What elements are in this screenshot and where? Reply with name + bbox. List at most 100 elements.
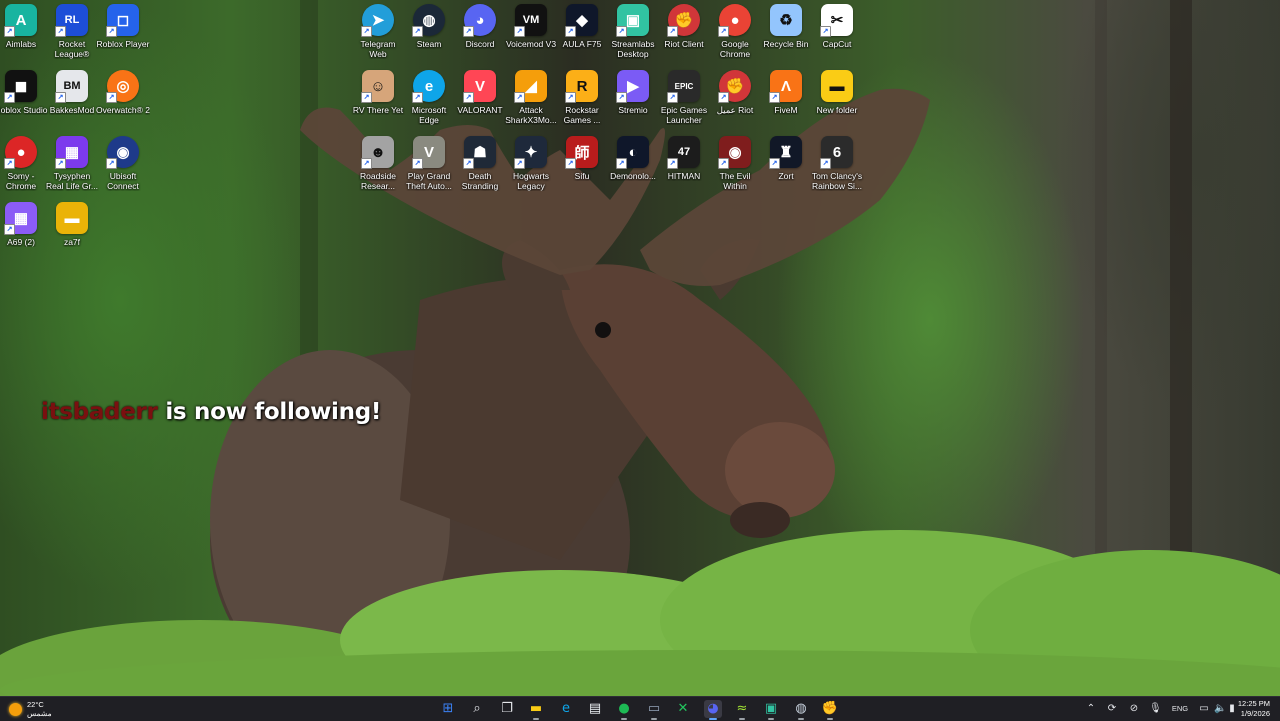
desktop-icon[interactable]: Λ ↗ FiveM [761, 70, 811, 134]
steam-button[interactable]: ◍ [792, 700, 810, 720]
desktop-icon-label: Rockstar Games ... [563, 105, 601, 125]
desktop-icon-label: VALORANT [457, 105, 503, 115]
desktop-icon[interactable]: ◉ ↗ Ubisoft Connect [98, 136, 148, 200]
discord-button[interactable]: ◕ [704, 700, 722, 720]
network-icon[interactable]: ▭ [1198, 703, 1210, 715]
app-icon: ➤ ↗ [361, 4, 394, 37]
file-explorer-button[interactable]: ▬ [527, 700, 545, 720]
app-icon: ☺ ↗ [361, 70, 394, 103]
desktop-icon[interactable]: ▬ za7f [47, 202, 97, 266]
chevron-up-icon[interactable]: ⌃ [1085, 703, 1097, 715]
app-icon: ♜ ↗ [769, 136, 802, 169]
desktop-icon[interactable]: ✂ ↗ CapCut [812, 4, 862, 68]
desktop-icon[interactable]: ◢ ↗ Attack SharkX3Mo... [505, 70, 557, 134]
desktop-icon[interactable]: ▦ ↗ A69 (2) [0, 202, 46, 266]
desktop-icon[interactable]: ✦ ↗ Hogwarts Legacy [506, 136, 556, 200]
network-off-icon[interactable]: ⊘ [1128, 703, 1140, 715]
desktop-icon[interactable]: 6 ↗ Tom Clancy's Rainbow Si... [812, 136, 862, 200]
streamlabs-icon: ▣ [764, 701, 778, 716]
desktop-icon[interactable]: ● ↗ Google Chrome [710, 4, 760, 68]
desktop-icon-label: Streamlabs Desktop [611, 39, 655, 59]
desktop-icon[interactable]: R ↗ Rockstar Games ... [557, 70, 607, 134]
desktop-icon[interactable]: 師 ↗ Sifu [557, 136, 607, 200]
xbox-icon: ✕ [677, 701, 689, 716]
desktop-icon-label: RV There Yet [352, 105, 404, 115]
desktop-icon[interactable]: 47 ↗ HITMAN [659, 136, 709, 200]
desktop-icon[interactable]: ☻ ↗ Roadside Resear... [353, 136, 403, 200]
language-indicator[interactable]: ENG [1168, 703, 1192, 715]
shortcut-arrow-icon: ↗ [820, 158, 831, 169]
desktop-icon[interactable]: A ↗ Aimlabs [0, 4, 46, 68]
shortcut-arrow-icon: ↗ [463, 92, 474, 103]
desktop-icon-label: Tom Clancy's Rainbow Si... [811, 171, 863, 191]
desktop-icon[interactable]: ◆ ↗ AULA F75 [557, 4, 607, 68]
clock[interactable]: 12:25 PM 1/9/2026 [1238, 699, 1270, 719]
desktop-icon[interactable]: V ↗ VALORANT [455, 70, 505, 134]
desktop-icon[interactable]: ◻ ↗ Roblox Player [97, 4, 149, 68]
shortcut-arrow-icon: ↗ [361, 26, 372, 37]
desktop-icon-label: Tysyphen Real Life Gr... [46, 171, 98, 191]
desktop-icon[interactable]: ♻ Recycle Bin [761, 4, 811, 68]
desktop-icon[interactable]: ✊ ↗ Riot Client [659, 4, 709, 68]
terminal-icon: ▭ [647, 701, 661, 716]
desktop-icon-label: HITMAN [667, 171, 701, 181]
desktop-icon[interactable]: ◐ ↗ Demonolo... [608, 136, 658, 200]
desktop-icon[interactable]: ● ↗ Somy - Chrome [0, 136, 46, 200]
desktop-icon[interactable]: ▶ ↗ Stremio [608, 70, 658, 134]
start-button[interactable]: ⊞ [439, 700, 457, 718]
desktop-icon[interactable]: ▦ ↗ Tysyphen Real Life Gr... [46, 136, 98, 200]
desktop-icon-label: za7f [63, 237, 81, 247]
streamlabs-button[interactable]: ▣ [762, 700, 780, 720]
desktop-icon[interactable]: ▬ New folder [812, 70, 862, 134]
desktop-icon[interactable]: ➤ ↗ Telegram Web [353, 4, 403, 68]
desktop-icon[interactable]: ◼↗ Roblox Studio [0, 70, 47, 134]
app-icon: V ↗ [463, 70, 496, 103]
desktop-icon[interactable]: ◎ ↗ Overwatch® 2 [96, 70, 150, 134]
desktop-icon[interactable]: ✊ ↗ عميل Riot [710, 70, 760, 134]
battery-icon[interactable]: ▮ [1226, 703, 1238, 715]
app-icon: 師 ↗ [565, 136, 598, 169]
app-icon: ✊ ↗ [718, 70, 751, 103]
shortcut-arrow-icon: ↗ [412, 26, 423, 37]
app-icon: ▦ ↗ [4, 202, 37, 235]
desktop-icon[interactable]: ☗ ↗ Death Stranding [455, 136, 505, 200]
desktop-icon[interactable]: VM ↗ Voicemod V3 [506, 4, 556, 68]
shortcut-arrow-icon: ↗ [4, 92, 15, 103]
task-view-button[interactable]: ❐ [498, 700, 516, 718]
desktop-icon-label: Zort [778, 171, 794, 181]
desktop-icon[interactable]: ☺ ↗ RV There Yet [353, 70, 403, 134]
desktop-icon[interactable]: ◕ ↗ Discord [455, 4, 505, 68]
shortcut-arrow-icon: ↗ [616, 92, 627, 103]
desktop-icon[interactable]: ◍ ↗ Steam [404, 4, 454, 68]
desktop-icon[interactable]: V ↗ Play Grand Theft Auto... [404, 136, 454, 200]
weather-widget[interactable]: 22°C مشمس [9, 700, 52, 718]
riot-icon: ✊ [821, 701, 839, 716]
desktop-icon[interactable]: ◉ ↗ The Evil Within [710, 136, 760, 200]
microphone-icon[interactable]: 🎙 [1149, 703, 1162, 715]
xbox-button[interactable]: ✕ [674, 700, 692, 718]
app-icon: ◎ ↗ [106, 70, 139, 103]
desktop-icon[interactable]: RL ↗ Rocket League® [47, 4, 97, 68]
desktop-icon-label: AULA F75 [562, 39, 602, 49]
terminal-button[interactable]: ▭ [645, 700, 663, 720]
shortcut-arrow-icon: ↗ [667, 26, 678, 37]
riot-button[interactable]: ✊ [821, 700, 839, 720]
volume-icon[interactable]: 🔈 [1214, 703, 1226, 715]
desktop-icon-label: Microsoft Edge [411, 105, 447, 125]
desktop-icon-label: عميل Riot [716, 105, 754, 115]
voicemod-button[interactable]: ≈ [733, 700, 751, 720]
desktop-icon[interactable]: ▣ ↗ Streamlabs Desktop [608, 4, 658, 68]
edge-button[interactable]: e [557, 700, 575, 718]
desktop-icon[interactable]: EPIC ↗ Epic Games Launcher [659, 70, 709, 134]
desktop-icon[interactable]: BM ↗ BakkesMod [47, 70, 97, 134]
spotify-button[interactable]: ● [615, 700, 633, 720]
search-button[interactable]: ⌕ [468, 700, 486, 718]
desktop-icon-label: Steam [416, 39, 442, 49]
sync-icon[interactable]: ⟳ [1106, 703, 1118, 715]
store-button[interactable]: ▤ [586, 700, 604, 718]
spotify-icon: ● [618, 701, 630, 716]
app-icon: ◕ ↗ [463, 4, 496, 37]
desktop-icon[interactable]: ♜ ↗ Zort [761, 136, 811, 200]
weather-desc: مشمس [27, 709, 52, 718]
desktop-icon[interactable]: e ↗ Microsoft Edge [404, 70, 454, 134]
